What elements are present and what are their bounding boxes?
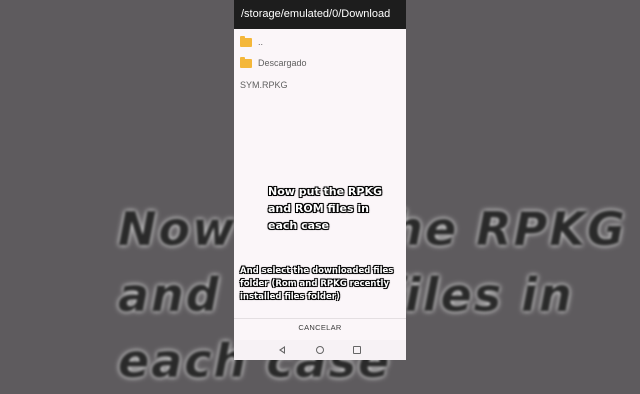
android-nav-bar: [234, 340, 406, 360]
dialog-bottom-bar: CANCELAR: [234, 318, 406, 341]
list-item-label: ..: [258, 37, 264, 47]
path-title: /storage/emulated/0/Download: [234, 0, 406, 29]
list-item-descargado-folder[interactable]: Descargado: [234, 52, 406, 74]
list-item-parent-folder[interactable]: ..: [234, 31, 406, 53]
back-triangle-icon[interactable]: [279, 346, 285, 354]
phone-screen: /storage/emulated/0/Download .. Descarga…: [234, 0, 406, 360]
list-item-label: Descargado: [258, 58, 307, 68]
home-circle-icon[interactable]: [316, 346, 324, 354]
recents-square-icon[interactable]: [353, 346, 361, 354]
list-item-label: SYM.RPKG: [240, 80, 288, 90]
overlay-instruction-2: And select the downloaded files folder (…: [240, 266, 394, 302]
cancel-button[interactable]: CANCELAR: [234, 323, 406, 332]
overlay-instruction-1: Now put the RPKG and ROM files in each c…: [268, 185, 383, 232]
list-item-sym-rpkg-file[interactable]: SYM.RPKG: [234, 74, 406, 96]
folder-icon: [240, 56, 252, 68]
folder-icon: [240, 35, 252, 47]
